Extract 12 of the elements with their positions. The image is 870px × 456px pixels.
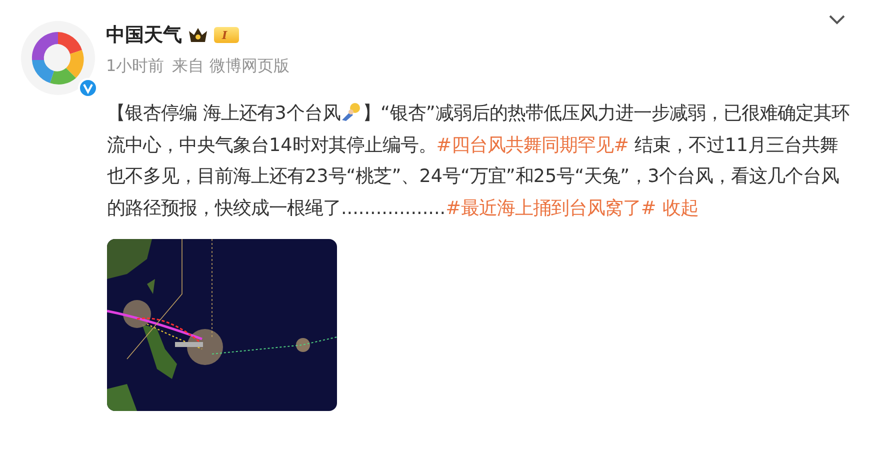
post-text: 【银杏停编 海上还有3个台风 】“银杏”减弱后的热带低压风力进一步减弱，已很难确定其环流中心，中央气象台14时对其停止编号。#四台风共舞同期罕见# 结束，不过11月三台共舞也不多见，目前海上还有23号“桃芝”、24号“万宜”和25号“天兔”，3个台风，看这几个台风的路径预报，快绞成一根绳了..................#最近海上捅到台风窝了# 收起 [107, 101, 850, 220]
member-badge[interactable]: I [214, 27, 240, 43]
collapse-link[interactable]: 收起 [662, 198, 698, 218]
account-name[interactable]: 中国天气 [106, 22, 182, 48]
avatar-logo[interactable] [20, 20, 96, 96]
balloon-emoji-icon [340, 102, 362, 122]
hashtag-link[interactable]: #四台风共舞同期罕见# [436, 134, 629, 156]
chevron-down-icon[interactable] [828, 14, 846, 26]
hashtag-link[interactable]: #最近海上捅到台风窝了# [446, 198, 656, 218]
post-source: 来自 微博网页版 [172, 56, 290, 77]
post-time: 1小时前 [106, 56, 164, 77]
crown-icon [188, 27, 208, 43]
